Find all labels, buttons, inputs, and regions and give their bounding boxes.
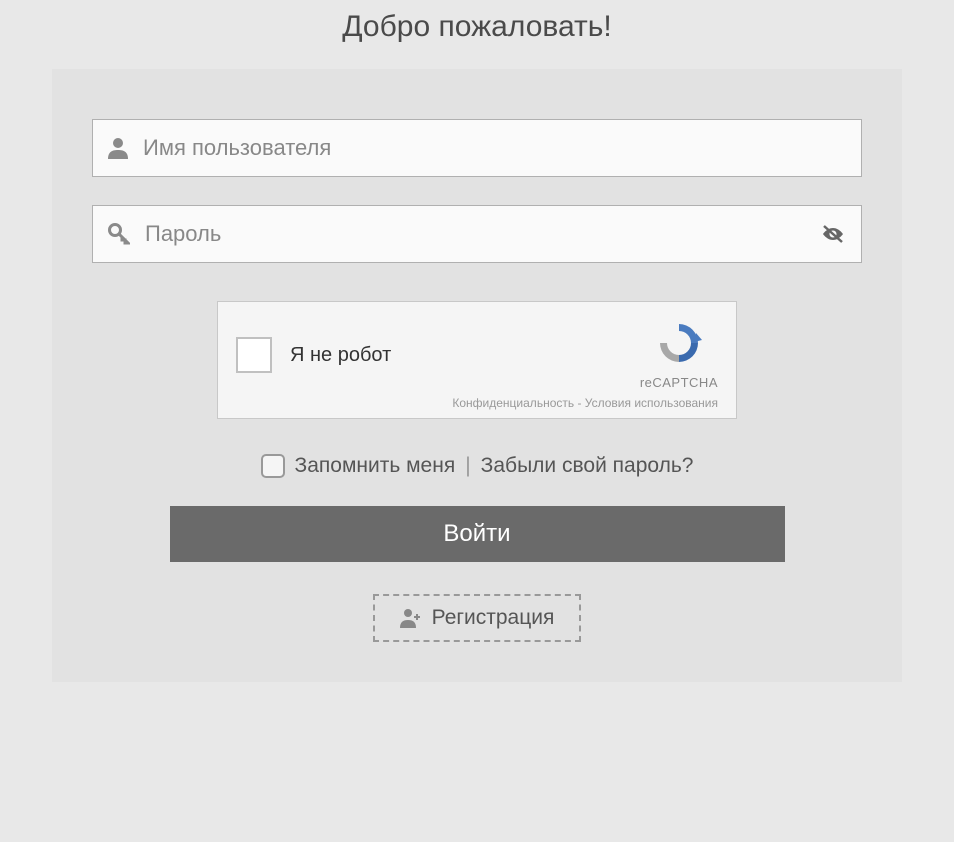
recaptcha-links: Конфиденциальность - Условия использован… [236,396,718,410]
recaptcha-terms-link[interactable]: Условия использования [585,396,718,410]
user-plus-icon [400,608,422,628]
page-title: Добро пожаловать! [342,10,611,44]
user-icon [108,137,128,159]
remember-checkbox[interactable] [261,454,285,478]
options-divider: | [465,454,470,478]
recaptcha-brand: reCAPTCHA [640,375,718,390]
register-label: Регистрация [432,606,555,630]
username-group [92,119,862,177]
password-input[interactable] [145,206,820,262]
password-group [92,205,862,263]
remember-label: Запомнить меня [295,454,456,478]
login-card: Я не робот reCAPTCHA Конфиденциальность … [52,69,902,682]
register-button[interactable]: Регистрация [373,594,582,642]
recaptcha-widget: Я не робот reCAPTCHA Конфиденциальность … [217,301,737,419]
recaptcha-checkbox[interactable] [236,337,272,373]
recaptcha-logo-icon [656,320,702,371]
key-icon [108,223,130,245]
eye-off-icon[interactable] [820,224,846,244]
recaptcha-label: Я не робот [290,344,391,367]
recaptcha-privacy-link[interactable]: Конфиденциальность [452,396,574,410]
username-input[interactable] [143,120,846,176]
forgot-password-link[interactable]: Забыли свой пароль? [481,454,694,478]
login-button[interactable]: Войти [170,506,785,562]
options-row: Запомнить меня | Забыли свой пароль? [261,454,694,478]
